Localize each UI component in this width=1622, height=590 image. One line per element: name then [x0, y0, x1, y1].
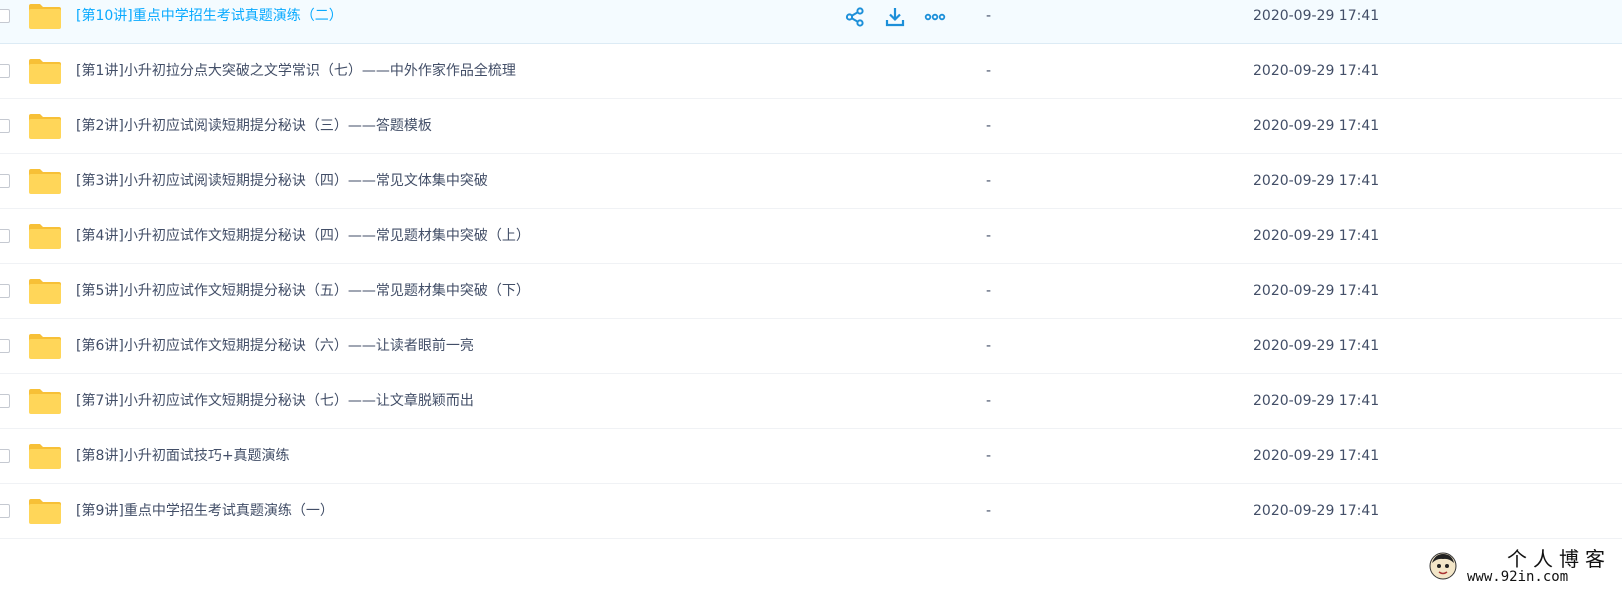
folder-icon [28, 333, 62, 360]
file-modified-date: 2020-09-29 17:41 [1253, 338, 1380, 354]
folder-icon [28, 113, 62, 140]
watermark-url: www.92in.com [1467, 569, 1569, 585]
file-name[interactable]: [第1讲]小升初拉分点大突破之文学常识（七）——中外作家作品全梳理 [76, 44, 516, 99]
folder-icon [28, 3, 62, 30]
file-name[interactable]: [第9讲]重点中学招生考试真题演练（一） [76, 484, 334, 539]
file-size: - [986, 228, 992, 244]
file-modified-date: 2020-09-29 17:41 [1253, 283, 1380, 299]
file-modified-date: 2020-09-29 17:41 [1253, 118, 1380, 134]
more-icon[interactable] [924, 6, 946, 28]
file-modified-date: 2020-09-29 17:41 [1253, 8, 1380, 24]
file-size: - [986, 393, 992, 409]
checkbox-icon[interactable] [0, 504, 10, 518]
file-name[interactable]: [第4讲]小升初应试作文短期提分秘诀（四）——常见题材集中突破（上） [76, 209, 530, 264]
file-row[interactable]: [第7讲]小升初应试作文短期提分秘诀（七）——让文章脱颖而出 - 2020-09-2… [0, 374, 1622, 429]
file-row[interactable]: [第8讲]小升初面试技巧+真题演练 - 2020-09-29 17:41 [0, 429, 1622, 484]
file-row[interactable]: [第3讲]小升初应试阅读短期提分秘诀（四）——常见文体集中突破 - 2020-09-… [0, 154, 1622, 209]
file-list: [第10讲]重点中学招生考试真题演练（二） -2020-09-29 17:41 [第… [0, 0, 1622, 539]
folder-icon [28, 278, 62, 305]
file-size: - [986, 448, 992, 464]
watermark: 个人博客 www.92in.com [1429, 548, 1619, 588]
file-size: - [986, 8, 992, 24]
checkbox-icon[interactable] [0, 229, 10, 243]
file-name[interactable]: [第7讲]小升初应试作文短期提分秘诀（七）——让文章脱颖而出 [76, 374, 474, 429]
checkbox-icon[interactable] [0, 174, 10, 188]
file-modified-date: 2020-09-29 17:41 [1253, 393, 1380, 409]
file-modified-date: 2020-09-29 17:41 [1253, 63, 1380, 79]
file-row[interactable]: [第6讲]小升初应试作文短期提分秘诀（六）——让读者眼前一亮 - 2020-09-2… [0, 319, 1622, 374]
checkbox-icon[interactable] [0, 284, 10, 298]
file-row[interactable]: [第5讲]小升初应试作文短期提分秘诀（五）——常见题材集中突破（下） - 2020-… [0, 264, 1622, 319]
download-icon[interactable] [884, 6, 906, 28]
file-size: - [986, 63, 992, 79]
file-row[interactable]: [第4讲]小升初应试作文短期提分秘诀（四）——常见题材集中突破（上） - 2020-… [0, 209, 1622, 264]
file-size: - [986, 118, 992, 134]
file-modified-date: 2020-09-29 17:41 [1253, 173, 1380, 189]
file-modified-date: 2020-09-29 17:41 [1253, 448, 1380, 464]
file-row[interactable]: [第2讲]小升初应试阅读短期提分秘诀（三）——答题模板 - 2020-09-29 1… [0, 99, 1622, 154]
checkbox-icon[interactable] [0, 339, 10, 353]
file-size: - [986, 338, 992, 354]
file-name[interactable]: [第8讲]小升初面试技巧+真题演练 [76, 429, 290, 484]
avatar-logo [1429, 552, 1457, 580]
folder-icon [28, 498, 62, 525]
file-modified-date: 2020-09-29 17:41 [1253, 228, 1380, 244]
folder-icon [28, 388, 62, 415]
folder-icon [28, 58, 62, 85]
watermark-title: 个人博客 [1507, 547, 1611, 571]
row-actions [844, 6, 964, 28]
file-row[interactable]: [第9讲]重点中学招生考试真题演练（一） - 2020-09-29 17:41 [0, 484, 1622, 539]
file-row[interactable]: [第10讲]重点中学招生考试真题演练（二） - 2020-09-29 17:41 [0, 0, 1622, 44]
file-modified-date: 2020-09-29 17:41 [1253, 503, 1380, 519]
checkbox-icon[interactable] [0, 449, 10, 463]
file-name[interactable]: [第3讲]小升初应试阅读短期提分秘诀（四）——常见文体集中突破 [76, 154, 488, 209]
checkbox-icon[interactable] [0, 394, 10, 408]
file-name[interactable]: [第5讲]小升初应试作文短期提分秘诀（五）——常见题材集中突破（下） [76, 264, 530, 319]
file-size: - [986, 283, 992, 299]
file-size: - [986, 503, 992, 519]
checkbox-icon[interactable] [0, 119, 10, 133]
folder-icon [28, 168, 62, 195]
share-icon[interactable] [844, 6, 866, 28]
file-name[interactable]: [第6讲]小升初应试作文短期提分秘诀（六）——让读者眼前一亮 [76, 319, 474, 374]
folder-icon [28, 443, 62, 470]
file-row[interactable]: [第1讲]小升初拉分点大突破之文学常识（七）——中外作家作品全梳理 - 2020-0… [0, 44, 1622, 99]
file-size: - [986, 173, 992, 189]
checkbox-icon[interactable] [0, 64, 10, 78]
file-name[interactable]: [第10讲]重点中学招生考试真题演练（二） [76, 0, 343, 44]
folder-icon [28, 223, 62, 250]
file-name[interactable]: [第2讲]小升初应试阅读短期提分秘诀（三）——答题模板 [76, 99, 432, 154]
checkbox-icon[interactable] [0, 9, 10, 23]
